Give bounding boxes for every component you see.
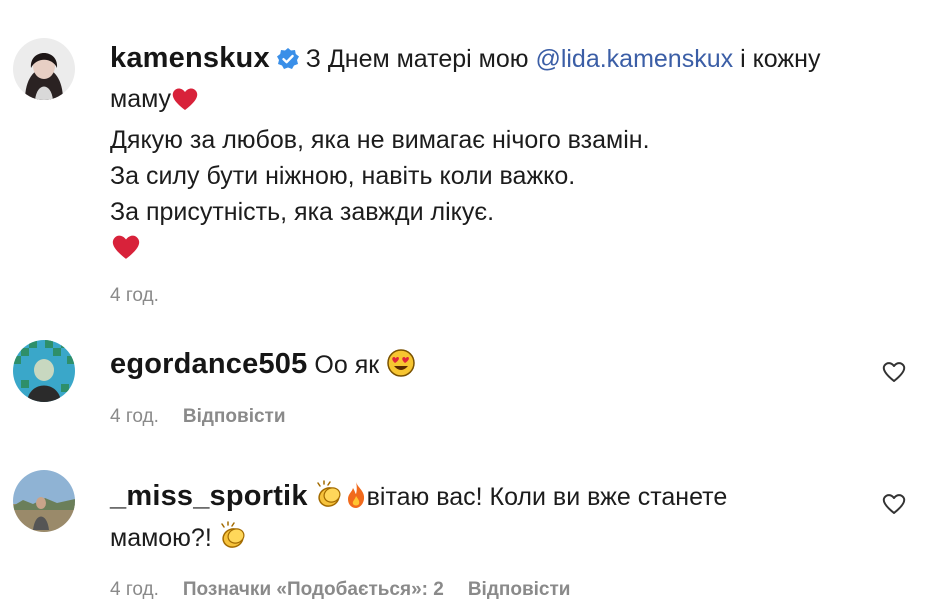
username[interactable]: egordance505 bbox=[110, 348, 307, 380]
comment-text: маму bbox=[110, 85, 172, 113]
red-heart-emoji bbox=[110, 233, 142, 271]
timestamp: 4 год. bbox=[110, 285, 159, 306]
comment-text: За силу бути ніжною, навіть коли важко. bbox=[110, 162, 576, 190]
heart-outline-icon[interactable] bbox=[881, 360, 907, 384]
comment-meta: 4 год. bbox=[110, 285, 855, 307]
comment-body: kamenskux З Днем матері мою @lida.kamensk… bbox=[110, 40, 855, 271]
comment-body: egordance505 Оо як bbox=[110, 346, 855, 388]
fire-emoji bbox=[345, 480, 367, 520]
red-heart-emoji bbox=[171, 86, 199, 122]
likes-count-button[interactable]: Позначки «Подобається»: 2 bbox=[183, 579, 444, 601]
heart-outline-icon[interactable] bbox=[881, 492, 907, 516]
comment-text: З Днем матері мою bbox=[305, 45, 529, 73]
avatar[interactable] bbox=[13, 470, 75, 532]
clapping-hands-emoji bbox=[315, 480, 345, 520]
comment-body: _miss_sportik вітаю вас! Коли ви вже ста… bbox=[110, 478, 855, 561]
comment-text: вітаю вас! Коли ви вже станете bbox=[366, 483, 728, 511]
timestamp: 4 год. bbox=[110, 579, 159, 600]
verified-badge-icon bbox=[276, 45, 300, 81]
username[interactable]: _miss_sportik bbox=[110, 480, 308, 512]
reply-button[interactable]: Відповісти bbox=[183, 406, 286, 428]
timestamp: 4 год. bbox=[110, 406, 159, 427]
comment-meta: 4 год. Позначки «Подобається»: 2 Відпові… bbox=[110, 579, 855, 601]
mention-link[interactable]: @lida.kamenskux bbox=[535, 45, 733, 73]
comment-text: і кожну bbox=[740, 45, 821, 73]
comment-text: Дякую за любов, яка не вимагає нічого вз… bbox=[110, 126, 650, 154]
comment-text: мамою?! bbox=[110, 524, 212, 552]
comment-meta: 4 год. Відповісти bbox=[110, 406, 855, 428]
clapping-hands-emoji bbox=[219, 521, 249, 561]
reply-button[interactable]: Відповісти bbox=[468, 579, 571, 601]
avatar[interactable] bbox=[13, 340, 75, 402]
comment-text: За присутність, яка завжди лікує. bbox=[110, 198, 495, 226]
username[interactable]: kamenskux bbox=[110, 42, 270, 74]
heart-eyes-emoji bbox=[386, 348, 416, 388]
comment-text: Оо як bbox=[314, 351, 380, 379]
avatar[interactable] bbox=[13, 38, 75, 100]
